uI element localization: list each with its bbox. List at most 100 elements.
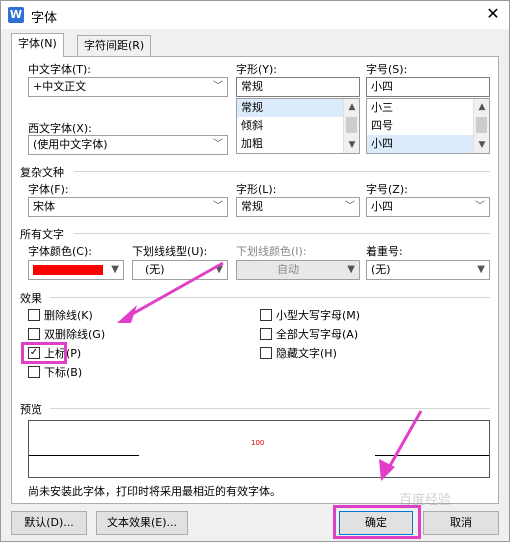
arrow-up-icon[interactable]: ▲ <box>474 99 490 115</box>
chevron-down-icon: ﹀ <box>213 139 223 150</box>
divider <box>74 171 490 172</box>
complex-section-title: 复杂文种 <box>20 166 64 179</box>
underline-style-select[interactable]: (无) ▼ <box>132 260 228 280</box>
emphasis-select[interactable]: (无) ▼ <box>366 260 490 280</box>
list-item[interactable]: 四号 <box>367 117 489 135</box>
underline-color-select: 自动 ▼ <box>236 260 360 280</box>
complex-size-value: 小四 <box>371 200 393 213</box>
scrollbar[interactable]: ▲ ▼ <box>473 99 489 153</box>
color-swatch <box>33 265 103 275</box>
chinese-font-value: +中文正文 <box>33 80 87 93</box>
triangle-down-icon: ▼ <box>111 264 119 275</box>
ok-button[interactable]: 确定 <box>339 511 413 535</box>
checkmark-icon[interactable]: ✓ <box>28 347 40 359</box>
list-item[interactable]: 小四 <box>367 135 489 153</box>
font-dialog: W 字体 ✕ 字体(N) 字符间距(R) 中文字体(T): 字形(Y): 字号(… <box>0 0 510 542</box>
chinese-font-select[interactable]: +中文正文 ﹀ <box>28 77 228 97</box>
complex-size-label: 字号(Z): <box>366 183 408 196</box>
tab-font[interactable]: 字体(N) <box>11 33 64 57</box>
triangle-down-icon: ▼ <box>215 264 223 275</box>
watermark: 百度经验 <box>399 493 452 508</box>
list-item[interactable]: 小三 <box>367 99 489 117</box>
checkbox-label: 双删除线(G) <box>44 328 106 341</box>
checkbox-label: 下标(B) <box>44 366 83 379</box>
list-item[interactable]: 加粗 <box>237 135 359 153</box>
strikethrough-checkbox[interactable]: 删除线(K) <box>28 309 93 323</box>
size-list[interactable]: 小三 四号 小四 ▲ ▼ <box>366 98 490 154</box>
checkbox-label: 全部大写字母(A) <box>276 328 359 341</box>
emphasis-label: 着重号: <box>366 245 403 258</box>
font-color-label: 字体颜色(C): <box>28 245 92 258</box>
checkbox-label: 上标(P) <box>44 347 82 360</box>
superscript-checkbox[interactable]: ✓ 上标(P) <box>28 347 81 361</box>
text-effect-button[interactable]: 文本效果(E)... <box>96 511 188 535</box>
checkbox-box[interactable] <box>28 328 40 340</box>
small-caps-checkbox[interactable]: 小型大写字母(M) <box>260 309 360 323</box>
arrow-up-icon[interactable]: ▲ <box>344 99 360 115</box>
underline-style-value: (无) <box>145 263 165 276</box>
divider <box>50 408 490 409</box>
underline-color-label: 下划线颜色(I): <box>236 245 307 258</box>
checkbox-box[interactable] <box>260 328 272 340</box>
scrollbar-thumb[interactable] <box>346 117 357 133</box>
tab-character-spacing[interactable]: 字符间距(R) <box>77 35 152 57</box>
complex-style-select[interactable]: 常规 ﹀ <box>236 197 360 217</box>
chinese-font-label: 中文字体(T): <box>28 63 92 76</box>
all-text-section-title: 所有文字 <box>20 228 64 241</box>
complex-style-label: 字形(L): <box>236 183 277 196</box>
font-missing-note: 尚未安装此字体，打印时将采用最相近的有效字体。 <box>28 485 281 498</box>
effects-section-title: 效果 <box>20 292 42 305</box>
triangle-down-icon: ▼ <box>477 264 485 275</box>
arrow-down-icon[interactable]: ▼ <box>474 137 490 153</box>
size-input[interactable]: 小四 <box>366 77 490 97</box>
preview-section-title: 预览 <box>20 403 42 416</box>
subscript-checkbox[interactable]: 下标(B) <box>28 366 82 380</box>
style-input[interactable]: 常规 <box>236 77 360 97</box>
checkbox-label: 小型大写字母(M) <box>276 309 361 322</box>
close-icon[interactable]: ✕ <box>483 4 503 24</box>
font-color-select[interactable]: ▼ <box>28 260 124 280</box>
western-font-select[interactable]: (使用中文字体) ﹀ <box>28 135 228 155</box>
wps-writer-icon: W <box>8 7 24 23</box>
complex-style-value: 常规 <box>241 200 263 213</box>
western-font-label: 西文字体(X): <box>28 122 92 135</box>
preview-box: 100 <box>28 420 490 478</box>
emphasis-value: (无) <box>371 263 391 276</box>
complex-font-label: 字体(F): <box>28 183 69 196</box>
triangle-down-icon: ▼ <box>347 264 355 275</box>
checkbox-box[interactable] <box>28 366 40 378</box>
arrow-down-icon[interactable]: ▼ <box>344 137 360 153</box>
checkbox-box[interactable] <box>28 309 40 321</box>
baseline-right <box>375 455 489 456</box>
baseline-left <box>29 455 139 456</box>
dialog-title: 字体 <box>31 11 58 26</box>
western-font-value: (使用中文字体) <box>33 138 108 151</box>
complex-font-value: 宋体 <box>33 200 55 213</box>
checkbox-box[interactable] <box>260 309 272 321</box>
cancel-button[interactable]: 取消 <box>423 511 499 535</box>
chevron-down-icon: ﹀ <box>213 81 223 92</box>
checkbox-box[interactable] <box>260 347 272 359</box>
scrollbar[interactable]: ▲ ▼ <box>343 99 359 153</box>
chevron-down-icon: ﹀ <box>213 201 223 212</box>
checkbox-label: 删除线(K) <box>44 309 93 322</box>
chevron-down-icon: ﹀ <box>475 201 485 212</box>
underline-style-label: 下划线线型(U): <box>132 245 208 258</box>
hidden-text-checkbox[interactable]: 隐藏文字(H) <box>260 347 337 361</box>
default-button[interactable]: 默认(D)... <box>11 511 87 535</box>
chevron-down-icon: ﹀ <box>345 201 355 212</box>
preview-sample-text: 100 <box>251 439 265 447</box>
style-label: 字形(Y): <box>236 63 278 76</box>
all-caps-checkbox[interactable]: 全部大写字母(A) <box>260 328 358 342</box>
divider <box>50 297 490 298</box>
underline-color-value: 自动 <box>277 263 299 276</box>
scrollbar-thumb[interactable] <box>476 117 487 133</box>
list-item[interactable]: 常规 <box>237 99 359 117</box>
style-list[interactable]: 常规 倾斜 加粗 ▲ ▼ <box>236 98 360 154</box>
size-label: 字号(S): <box>366 63 408 76</box>
list-item[interactable]: 倾斜 <box>237 117 359 135</box>
complex-size-select[interactable]: 小四 ﹀ <box>366 197 490 217</box>
complex-font-select[interactable]: 宋体 ﹀ <box>28 197 228 217</box>
title-bar: W 字体 ✕ <box>1 1 509 29</box>
double-strikethrough-checkbox[interactable]: 双删除线(G) <box>28 328 105 342</box>
